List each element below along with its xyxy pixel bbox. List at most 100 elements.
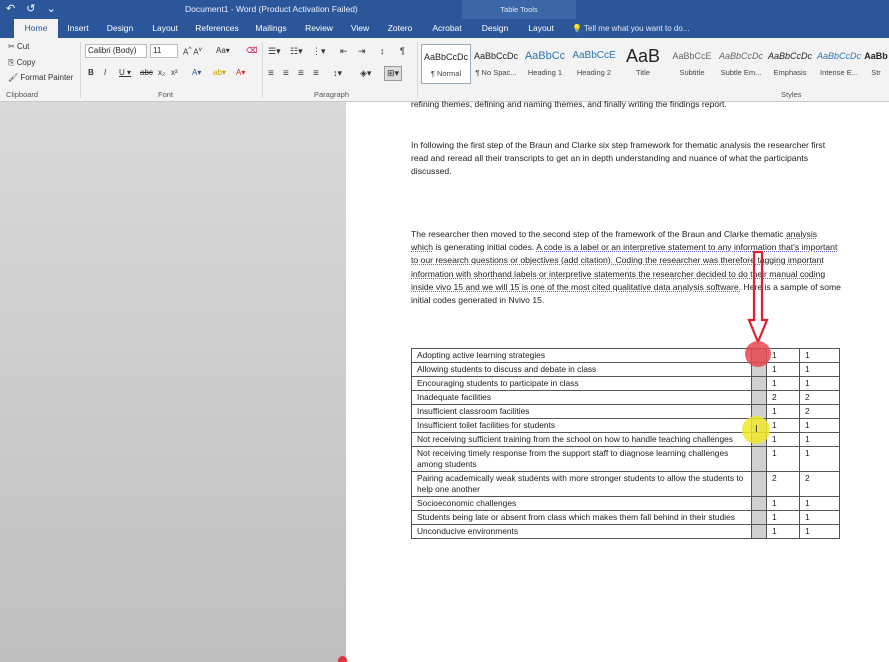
- blank-cell[interactable]: [751, 510, 767, 525]
- multilevel-list-icon[interactable]: ⋮▾: [312, 46, 326, 57]
- count-b-cell[interactable]: 1: [799, 362, 840, 377]
- tab-references[interactable]: References: [193, 19, 241, 38]
- table-row[interactable]: Not receiving timely response from the s…: [411, 446, 840, 472]
- count-b-cell[interactable]: 1: [799, 432, 840, 447]
- tab-zotero[interactable]: Zotero: [383, 19, 417, 38]
- shading-icon[interactable]: ◈▾: [360, 68, 371, 79]
- tab-insert[interactable]: Insert: [62, 19, 94, 38]
- show-marks-icon[interactable]: ¶: [400, 46, 405, 56]
- code-cell[interactable]: Not receiving timely response from the s…: [411, 446, 752, 472]
- tab-review[interactable]: Review: [302, 19, 336, 38]
- count-b-cell[interactable]: 1: [799, 418, 840, 433]
- font-name-select[interactable]: Calibri (Body): [85, 44, 147, 58]
- table-row[interactable]: Adopting active learning strategies 1 1: [411, 348, 840, 363]
- italic-icon[interactable]: I: [104, 68, 106, 77]
- count-b-cell[interactable]: 2: [799, 390, 840, 405]
- tab-design[interactable]: Design: [101, 19, 139, 38]
- tab-table-layout[interactable]: Layout: [522, 19, 560, 38]
- table-row[interactable]: Pairing academically weak students with …: [411, 471, 840, 497]
- style-intense-emphasis[interactable]: AaBbCcDc Intense E...: [814, 44, 864, 84]
- customize-qat-icon[interactable]: ⌄: [47, 3, 56, 15]
- code-cell[interactable]: Inadequate facilities: [411, 390, 752, 405]
- style-normal[interactable]: AaBbCcDc ¶ Normal: [421, 44, 471, 84]
- grow-font-icon[interactable]: A^ Av: [183, 46, 202, 57]
- code-cell[interactable]: Insufficient toilet facilities for stude…: [411, 418, 752, 433]
- count-a-cell[interactable]: 1: [766, 418, 800, 433]
- tab-view[interactable]: View: [346, 19, 374, 38]
- clear-formatting-icon[interactable]: ⌫: [246, 46, 257, 55]
- superscript-icon[interactable]: x²: [171, 68, 178, 77]
- blank-cell[interactable]: [751, 376, 767, 391]
- subscript-icon[interactable]: x₂: [158, 68, 165, 77]
- blank-cell[interactable]: [751, 471, 767, 497]
- justify-icon[interactable]: ≡: [313, 68, 319, 79]
- change-case-icon[interactable]: Aa▾: [216, 46, 230, 55]
- style-emphasis[interactable]: AaBbCcDc Emphasis: [765, 44, 815, 84]
- count-a-cell[interactable]: 1: [766, 404, 800, 419]
- code-cell[interactable]: Unconducive environments: [411, 524, 752, 539]
- count-a-cell[interactable]: 2: [766, 390, 800, 405]
- tab-home[interactable]: Home: [14, 19, 58, 38]
- count-a-cell[interactable]: 1: [766, 496, 800, 511]
- code-cell[interactable]: Allowing students to discuss and debate …: [411, 362, 752, 377]
- blank-cell[interactable]: [751, 390, 767, 405]
- code-cell[interactable]: Not receiving sufficient training from t…: [411, 432, 752, 447]
- style-title[interactable]: AaB Title: [618, 44, 668, 84]
- count-a-cell[interactable]: 1: [766, 510, 800, 525]
- tab-acrobat[interactable]: Acrobat: [427, 19, 467, 38]
- strikethrough-icon[interactable]: abc: [140, 68, 153, 77]
- borders-icon[interactable]: ⊞▾: [384, 66, 403, 81]
- table-row[interactable]: Not receiving sufficient training from t…: [411, 432, 840, 447]
- bullets-icon[interactable]: ☰▾: [268, 46, 281, 57]
- code-cell[interactable]: Pairing academically weak students with …: [411, 471, 752, 497]
- style-subtitle[interactable]: AaBbCcE Subtitle: [667, 44, 717, 84]
- table-row[interactable]: Insufficient classroom facilities 1 2: [411, 404, 840, 419]
- highlight-icon[interactable]: ab▾: [213, 68, 226, 77]
- undo-icon[interactable]: ↶: [6, 3, 15, 15]
- style-subtle-emphasis[interactable]: AaBbCcDc Subtle Em...: [716, 44, 766, 84]
- count-a-cell[interactable]: 1: [766, 348, 800, 363]
- count-a-cell[interactable]: 2: [766, 471, 800, 497]
- table-row[interactable]: Inadequate facilities 2 2: [411, 390, 840, 405]
- decrease-indent-icon[interactable]: ⇤: [340, 46, 348, 57]
- code-cell[interactable]: Insufficient classroom facilities: [411, 404, 752, 419]
- count-a-cell[interactable]: 1: [766, 376, 800, 391]
- style-heading-1[interactable]: AaBbCc Heading 1: [520, 44, 570, 84]
- blank-cell[interactable]: [751, 496, 767, 511]
- line-spacing-icon[interactable]: ↕▾: [333, 68, 342, 79]
- tell-me-box[interactable]: 💡 Tell me what you want to do...: [572, 19, 689, 38]
- tab-layout[interactable]: Layout: [146, 19, 184, 38]
- font-color-icon[interactable]: A▾: [236, 68, 245, 77]
- align-left-icon[interactable]: ≡: [268, 68, 274, 79]
- bold-icon[interactable]: B: [88, 68, 94, 77]
- count-b-cell[interactable]: 2: [799, 471, 840, 497]
- count-a-cell[interactable]: 1: [766, 432, 800, 447]
- numbering-icon[interactable]: ☷▾: [290, 46, 303, 57]
- code-cell[interactable]: Socioeconomic challenges: [411, 496, 752, 511]
- count-b-cell[interactable]: 1: [799, 446, 840, 472]
- count-b-cell[interactable]: 1: [799, 510, 840, 525]
- style-strong[interactable]: AaBb Str: [863, 44, 889, 84]
- count-b-cell[interactable]: 2: [799, 404, 840, 419]
- text-effects-icon[interactable]: A▾: [192, 68, 201, 77]
- count-a-cell[interactable]: 1: [766, 446, 800, 472]
- format-painter-button[interactable]: 🖌 Format Painter: [8, 73, 73, 82]
- font-size-select[interactable]: 11: [150, 44, 178, 58]
- table-row[interactable]: Allowing students to discuss and debate …: [411, 362, 840, 377]
- tab-mailings[interactable]: Mailings: [251, 19, 291, 38]
- blank-cell[interactable]: [751, 446, 767, 472]
- sort-icon[interactable]: ↕: [380, 46, 385, 56]
- count-a-cell[interactable]: 1: [766, 524, 800, 539]
- increase-indent-icon[interactable]: ⇥: [358, 46, 366, 57]
- table-row[interactable]: Encouraging students to participate in c…: [411, 376, 840, 391]
- copy-button[interactable]: ⎘ Copy: [8, 58, 35, 68]
- align-right-icon[interactable]: ≡: [298, 68, 304, 79]
- count-b-cell[interactable]: 1: [799, 376, 840, 391]
- blank-cell[interactable]: [751, 524, 767, 539]
- style-heading-2[interactable]: AaBbCcE Heading 2: [569, 44, 619, 84]
- code-cell[interactable]: Students being late or absent from class…: [411, 510, 752, 525]
- count-b-cell[interactable]: 1: [799, 524, 840, 539]
- count-a-cell[interactable]: 1: [766, 362, 800, 377]
- style-no-spacing[interactable]: AaBbCcDc ¶ No Spac...: [471, 44, 521, 84]
- count-b-cell[interactable]: 1: [799, 496, 840, 511]
